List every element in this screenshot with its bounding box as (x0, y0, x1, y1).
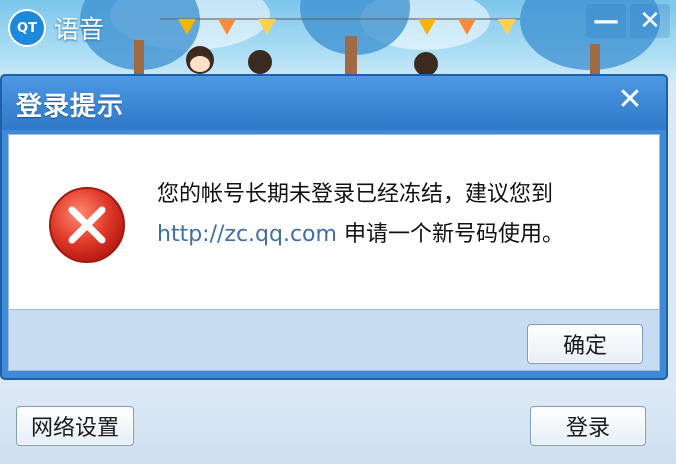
login-button[interactable]: 登录 (530, 406, 646, 446)
app-title-text: 语音 (54, 15, 105, 44)
dialog-title: 登录提示 (16, 92, 125, 122)
network-settings-button[interactable]: 网络设置 (16, 406, 134, 446)
window-close-button[interactable]: ✕ (630, 4, 670, 38)
login-bottom-bar: 网络设置 登录 (0, 384, 676, 464)
minimize-button[interactable]: — (586, 4, 626, 38)
dialog-close-button[interactable]: ✕ (612, 82, 648, 117)
error-icon (49, 187, 125, 263)
dialog-titlebar: 登录提示 ✕ (2, 76, 666, 130)
window-controls: — ✕ (586, 4, 670, 38)
app-title: QT 语音 (10, 10, 104, 46)
message-text-end: 申请一个新号码使用。 (336, 222, 564, 247)
registration-link[interactable]: http://zc.qq.com (157, 222, 337, 247)
login-prompt-dialog: 登录提示 ✕ 您的帐号长期未登录已经冻结，建议您到 http://zc.qq.co… (0, 74, 668, 380)
dialog-message: 您的帐号长期未登录已经冻结，建议您到 http://zc.qq.com 申请一个新… (157, 175, 647, 255)
confirm-button[interactable]: 确定 (527, 324, 643, 364)
dialog-body: 您的帐号长期未登录已经冻结，建议您到 http://zc.qq.com 申请一个新… (8, 134, 660, 310)
message-text: 您的帐号长期未登录已经冻结，建议您到 (157, 182, 554, 207)
dialog-footer: 确定 (8, 310, 660, 371)
qq-logo-icon: QT (10, 11, 44, 45)
